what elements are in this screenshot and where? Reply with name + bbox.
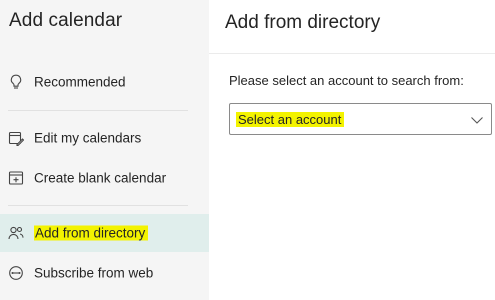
main-header: Add from directory <box>209 0 495 54</box>
account-prompt: Please select an account to search from: <box>229 73 464 88</box>
people-search-icon <box>8 225 24 241</box>
sidebar-title: Add calendar <box>9 10 123 31</box>
sidebar-item-recommended[interactable]: Recommended <box>0 63 209 101</box>
divider <box>8 205 188 206</box>
sidebar-item-create-blank-calendar[interactable]: Create blank calendar <box>0 159 209 197</box>
sidebar-item-label: Edit my calendars <box>34 130 142 146</box>
sidebar-item-label: Subscribe from web <box>34 265 154 281</box>
sidebar-item-label: Recommended <box>34 74 126 90</box>
edit-calendar-icon <box>8 130 24 146</box>
divider <box>8 110 188 111</box>
page-title: Add from directory <box>225 12 381 33</box>
account-select-value: Select an account <box>236 112 345 127</box>
account-select[interactable]: Select an account <box>229 103 492 135</box>
sidebar-item-label: Create blank calendar <box>34 170 167 186</box>
main-panel: Add from directory Please select an acco… <box>209 0 495 300</box>
chevron-down-icon <box>470 113 484 127</box>
sidebar-item-label: Add from directory <box>34 225 149 241</box>
sidebar-item-edit-my-calendars[interactable]: Edit my calendars <box>0 119 209 157</box>
sidebar-item-add-from-directory[interactable]: Add from directory <box>0 214 209 252</box>
sidebar: Add calendar Recommended Edit my calenda… <box>0 0 209 300</box>
sidebar-item-subscribe-from-web[interactable]: Subscribe from web <box>0 254 209 292</box>
globe-link-icon <box>8 265 24 281</box>
add-calendar-icon <box>8 170 24 186</box>
lightbulb-icon <box>8 74 24 90</box>
